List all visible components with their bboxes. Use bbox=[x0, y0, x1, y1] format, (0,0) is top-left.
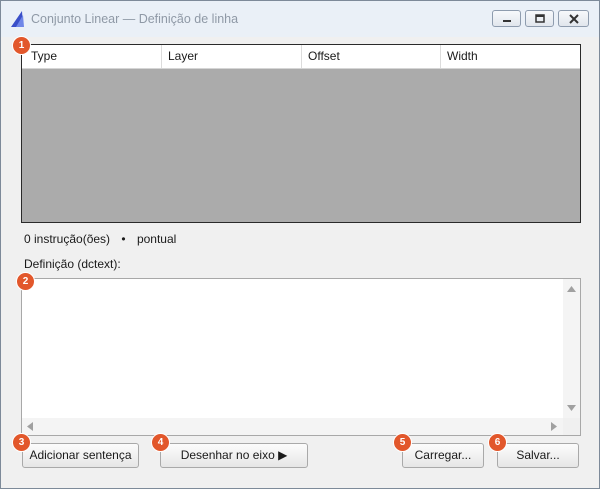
minimize-button[interactable] bbox=[492, 10, 521, 27]
minimize-icon bbox=[503, 20, 511, 22]
maximize-icon bbox=[535, 14, 545, 23]
scrollbar-corner bbox=[563, 418, 580, 435]
callout-badge-3: 3 bbox=[12, 433, 31, 452]
maximize-button[interactable] bbox=[525, 10, 554, 27]
column-header-width[interactable]: Width bbox=[441, 45, 580, 68]
status-mode: pontual bbox=[136, 232, 177, 246]
scroll-left-icon[interactable] bbox=[27, 422, 33, 431]
horizontal-scrollbar[interactable] bbox=[22, 418, 563, 435]
scroll-right-icon[interactable] bbox=[551, 422, 557, 431]
status-separator: • bbox=[121, 232, 126, 246]
app-logo-icon bbox=[11, 11, 24, 27]
callout-badge-5: 5 bbox=[393, 433, 412, 452]
column-header-type[interactable]: Type bbox=[22, 45, 162, 68]
scroll-down-icon[interactable] bbox=[567, 405, 576, 411]
callout-badge-1: 1 bbox=[12, 36, 31, 55]
callout-badge-4: 4 bbox=[151, 433, 170, 452]
close-button[interactable] bbox=[558, 10, 589, 27]
status-row: 0 instrução(ões) • pontual bbox=[24, 232, 184, 246]
save-button[interactable]: Salvar... bbox=[497, 443, 579, 468]
draw-on-axis-button[interactable]: Desenhar no eixo ▶ bbox=[160, 443, 308, 468]
close-icon bbox=[569, 14, 579, 24]
table-header: Type Layer Offset Width bbox=[22, 45, 580, 69]
add-sentence-button[interactable]: Adicionar sentença bbox=[22, 443, 139, 468]
main-window: Conjunto Linear — Definição de linha Typ… bbox=[0, 0, 600, 489]
dialog-content: Type Layer Offset Width 0 instrução(ões)… bbox=[9, 37, 591, 480]
instruction-count: 0 instrução(ões) bbox=[24, 232, 111, 246]
callout-badge-6: 6 bbox=[488, 433, 507, 452]
column-header-offset[interactable]: Offset bbox=[302, 45, 441, 68]
callout-badge-2: 2 bbox=[16, 272, 35, 291]
load-button[interactable]: Carregar... bbox=[402, 443, 484, 468]
window-title: Conjunto Linear — Definição de linha bbox=[31, 12, 239, 26]
vertical-scrollbar[interactable] bbox=[563, 279, 580, 418]
title-bar[interactable]: Conjunto Linear — Definição de linha bbox=[1, 1, 599, 37]
instructions-table[interactable]: Type Layer Offset Width bbox=[21, 44, 581, 223]
column-header-layer[interactable]: Layer bbox=[162, 45, 302, 68]
definition-label: Definição (dctext): bbox=[24, 257, 121, 271]
scroll-up-icon[interactable] bbox=[567, 286, 576, 292]
definition-text-area[interactable] bbox=[21, 278, 581, 436]
